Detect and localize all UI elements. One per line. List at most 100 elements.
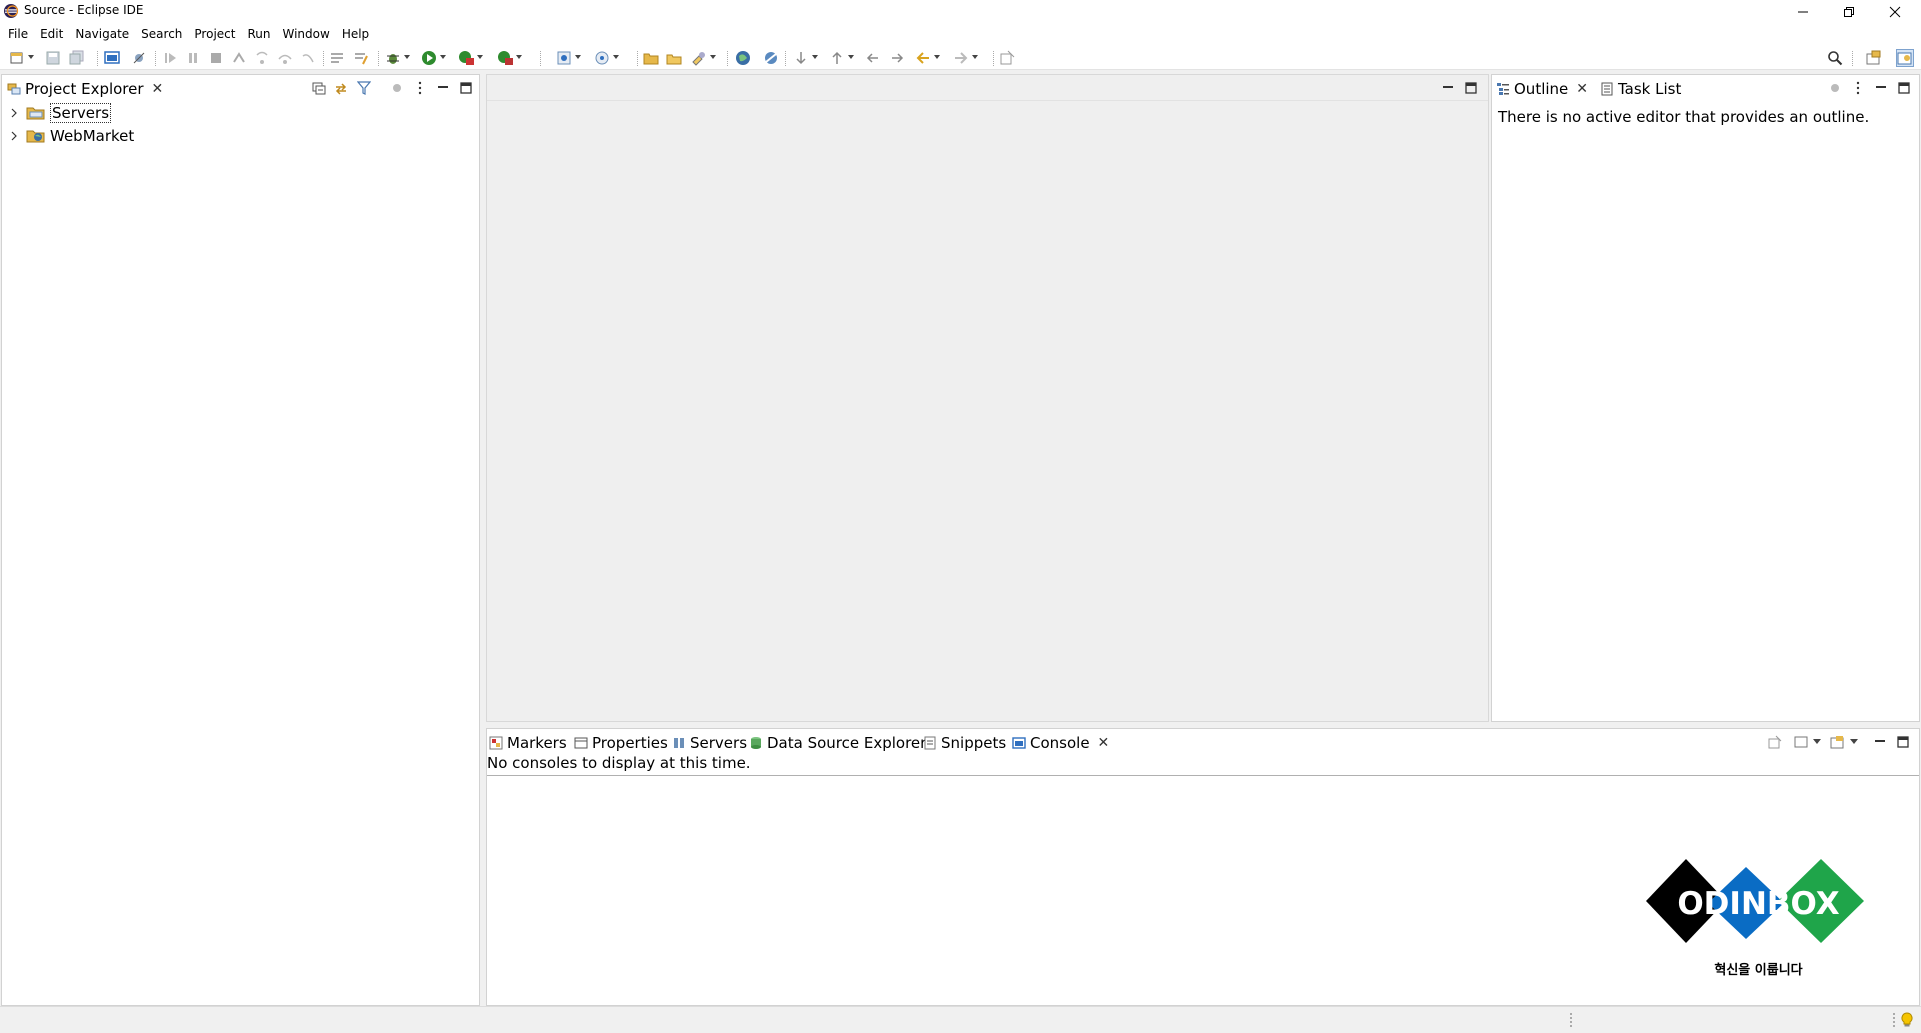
suspend-button[interactable] <box>184 49 202 67</box>
maximize-panel-button[interactable] <box>459 81 473 95</box>
chevron-right-icon[interactable] <box>8 107 20 119</box>
stop-icon <box>211 53 221 63</box>
menu-file[interactable]: File <box>2 25 34 43</box>
restore-window-button[interactable] <box>1826 0 1872 23</box>
close-tab-icon[interactable]: ✕ <box>1576 81 1588 97</box>
tab-markers[interactable]: Markers <box>489 732 567 754</box>
link-with-editor-button[interactable] <box>334 81 348 95</box>
new-server-button[interactable] <box>555 49 581 67</box>
pin-console-button[interactable] <box>1768 735 1782 749</box>
drop-to-frame-button[interactable] <box>352 49 370 67</box>
open-type-button[interactable] <box>642 49 660 67</box>
skip-breakpoints-button[interactable] <box>130 49 148 67</box>
coverage-icon <box>459 51 474 65</box>
previous-annotation-button[interactable] <box>828 49 854 67</box>
maximize-panel-button[interactable] <box>1896 735 1910 749</box>
save-button[interactable] <box>44 49 62 67</box>
next-annotation-icon <box>796 52 806 65</box>
minimize-window-button[interactable] <box>1780 0 1826 23</box>
maximize-panel-button[interactable] <box>1897 81 1911 95</box>
tab-project-explorer[interactable]: Project Explorer ✕ <box>7 78 163 100</box>
use-step-filters-button[interactable] <box>328 49 346 67</box>
tab-label: Console <box>1030 734 1090 752</box>
close-window-button[interactable] <box>1872 0 1918 23</box>
tab-outline[interactable]: Outline ✕ <box>1496 78 1588 100</box>
tree-item-servers[interactable]: Servers <box>2 102 112 124</box>
profile-button[interactable] <box>496 49 522 67</box>
resume-button[interactable] <box>161 49 179 67</box>
minimize-panel-button[interactable] <box>1873 735 1887 749</box>
coverage-button[interactable] <box>457 49 483 67</box>
view-menu-button[interactable] <box>1851 81 1865 95</box>
tab-snippets[interactable]: Snippets <box>923 732 1006 754</box>
step-into-button[interactable] <box>253 49 271 67</box>
last-edit-button[interactable] <box>864 49 882 67</box>
minimize-editor-button[interactable] <box>1441 81 1455 95</box>
tab-data-source-explorer[interactable]: Data Source Explorer <box>749 732 926 754</box>
minimize-panel-button[interactable] <box>1874 81 1888 95</box>
tab-servers[interactable]: Servers <box>672 732 747 754</box>
display-console-button[interactable] <box>1794 735 1808 749</box>
tree-item-webmarket[interactable]: WebMarket <box>2 125 134 147</box>
save-all-button[interactable] <box>68 49 86 67</box>
pin-editor-button[interactable] <box>998 49 1016 67</box>
tab-properties[interactable]: Properties <box>574 732 668 754</box>
last-edit-icon <box>866 53 878 63</box>
lightbulb-icon[interactable] <box>1900 1012 1914 1028</box>
focus-button[interactable] <box>1828 81 1842 95</box>
menu-run[interactable]: Run <box>241 25 276 43</box>
search-icon <box>1828 51 1843 66</box>
menu-edit[interactable]: Edit <box>34 25 69 43</box>
collapse-all-button[interactable] <box>312 81 326 95</box>
maximize-icon <box>460 82 472 94</box>
open-console-dropdown-button[interactable] <box>1830 735 1844 749</box>
tab-task-list[interactable]: Task List <box>1600 78 1681 100</box>
step-over-icon <box>278 54 292 64</box>
back-button[interactable] <box>914 49 940 67</box>
profile-icon <box>498 51 513 65</box>
search-tool-button[interactable] <box>690 49 716 67</box>
view-menu-button[interactable] <box>413 81 427 95</box>
new-button[interactable] <box>8 49 34 67</box>
maximize-editor-button[interactable] <box>1464 81 1478 95</box>
forward-edit-button[interactable] <box>888 49 906 67</box>
java-ee-perspective-button[interactable] <box>1896 49 1914 67</box>
run-button[interactable] <box>420 49 446 67</box>
menu-help[interactable]: Help <box>336 25 375 43</box>
menu-search[interactable]: Search <box>135 25 188 43</box>
filter-button[interactable] <box>357 81 371 95</box>
minimize-icon <box>1876 86 1886 88</box>
close-tab-icon[interactable]: ✕ <box>1098 735 1110 751</box>
display-console-dropdown[interactable] <box>1810 735 1824 749</box>
save-icon <box>46 51 60 65</box>
new-wizard-button[interactable] <box>593 49 619 67</box>
open-console-dropdown[interactable] <box>1847 735 1861 749</box>
open-perspective-button[interactable] <box>1864 49 1882 67</box>
menu-navigate[interactable]: Navigate <box>69 25 135 43</box>
global-search-button[interactable] <box>1826 49 1844 67</box>
close-tab-icon[interactable]: ✕ <box>152 81 164 97</box>
step-over-button[interactable] <box>276 49 294 67</box>
folder-icon <box>26 107 45 120</box>
odinbox-watermark: ODINBOX 혁신을 이룹니다 <box>1646 859 1871 983</box>
open-console-button[interactable] <box>103 49 121 67</box>
project-explorer-icon <box>7 83 21 95</box>
terminate-button[interactable] <box>207 49 225 67</box>
minimize-panel-button[interactable] <box>436 81 450 95</box>
menu-window[interactable]: Window <box>276 25 335 43</box>
browser-button[interactable] <box>734 49 752 67</box>
next-annotation-button[interactable] <box>792 49 818 67</box>
link-editor-icon <box>335 83 347 95</box>
chevron-right-icon[interactable] <box>8 130 20 142</box>
web-services-button[interactable] <box>762 49 780 67</box>
outline-panel: Outline ✕ Task List There is no active e… <box>1491 74 1920 722</box>
focus-button[interactable] <box>390 81 404 95</box>
tab-console[interactable]: Console ✕ <box>1012 732 1109 754</box>
debug-button[interactable] <box>384 49 410 67</box>
forward-button[interactable] <box>952 49 978 67</box>
view-menu-icon <box>1856 81 1860 95</box>
disconnect-button[interactable] <box>230 49 248 67</box>
menu-project[interactable]: Project <box>188 25 241 43</box>
open-task-button[interactable] <box>665 49 683 67</box>
step-return-button[interactable] <box>299 49 317 67</box>
